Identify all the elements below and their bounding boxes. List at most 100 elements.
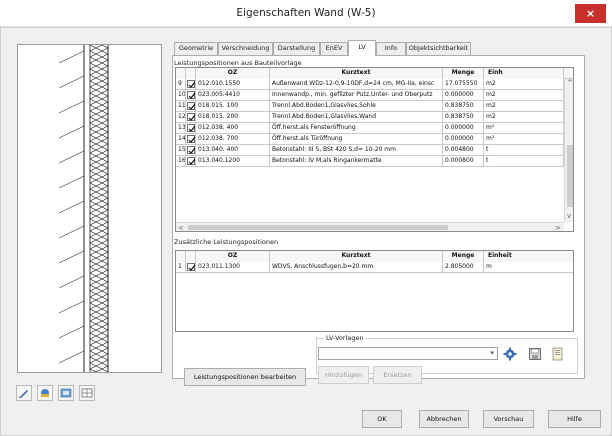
tab-objektsichtbarkeit[interactable]: Objektsichtbarkeit	[406, 42, 471, 55]
header-rownum	[176, 68, 186, 79]
scroll-left-icon[interactable]: <	[178, 224, 184, 231]
row-einheit: m	[484, 262, 573, 273]
row-oz: 013.040.1200	[196, 156, 270, 167]
tab-info[interactable]: Info	[376, 42, 406, 55]
grid-icon[interactable]	[79, 385, 95, 401]
row-kurztext: WDVS, Anschlussfugen,b=20 mm	[270, 262, 443, 273]
settings-gear-icon[interactable]	[503, 347, 517, 361]
row-einheit: m2	[484, 79, 564, 90]
title-bar: Eigenschaften Wand (W-5) ×	[0, 0, 612, 27]
row-checkbox[interactable]	[186, 123, 196, 134]
layers-icon[interactable]	[58, 385, 74, 401]
table-row[interactable]: 11 018.015. 100 Trennl.Abd.Boden1,Glasvl…	[176, 101, 564, 112]
row-kurztext: Trennl.Abd.Boden1,Glasvlies,Wand	[270, 112, 443, 123]
header-oz[interactable]: OZ	[196, 251, 270, 262]
table-row[interactable]: 10 023.005.4410 Innenwandp., min. gefilz…	[176, 90, 564, 101]
tab-enev[interactable]: EnEV	[320, 42, 348, 55]
scroll-right-icon[interactable]: >	[555, 224, 561, 231]
additional-section-label: Zusätzliche Leistungspositionen	[174, 238, 279, 246]
table-row[interactable]: 16 013.040.1200 Betonstahl: IV M,als Rin…	[176, 156, 564, 167]
row-checkbox[interactable]	[186, 145, 196, 156]
header-kurztext[interactable]: Kurztext	[270, 68, 443, 79]
row-checkbox[interactable]	[186, 156, 196, 167]
row-checkbox[interactable]	[186, 262, 196, 273]
hscroll-thumb[interactable]	[188, 225, 448, 230]
scroll-down-icon[interactable]: v	[567, 212, 571, 220]
tab-geometrie[interactable]: Geometrie	[174, 42, 218, 55]
row-kurztext: Öff.herst.als Fensteröffnung	[270, 123, 443, 134]
row-number: 12	[176, 112, 186, 123]
help-button[interactable]: Hilfe	[548, 410, 601, 428]
row-kurztext: Öff.herst.als Türöffnung	[270, 134, 443, 145]
cancel-button[interactable]: Abbrechen	[419, 410, 469, 428]
row-checkbox[interactable]	[186, 101, 196, 112]
material-icon[interactable]	[37, 385, 53, 401]
row-oz: 018.015. 200	[196, 112, 270, 123]
header-oz[interactable]: OZ	[196, 68, 270, 79]
row-oz: 023.011.1300	[196, 262, 270, 273]
additional-table: OZ Kurztext Menge Einheit 1 023.011.1300…	[175, 250, 574, 332]
row-checkbox[interactable]	[186, 90, 196, 101]
row-menge: 2.805000	[443, 262, 484, 273]
preview-button[interactable]: Vorschau	[483, 410, 534, 428]
row-einheit: m2	[484, 112, 564, 123]
wall-preview	[17, 44, 162, 373]
table-header: OZ Kurztext Menge Einheit	[176, 251, 573, 262]
wall-section-drawing	[58, 45, 109, 372]
row-oz: 013.040. 400	[196, 145, 270, 156]
row-number: 11	[176, 101, 186, 112]
table-row[interactable]: 14 012.038. 700 Öff.herst.als Türöffnung…	[176, 134, 564, 145]
ok-button[interactable]: OK	[362, 410, 402, 428]
header-check	[186, 251, 196, 262]
tab-darstellung[interactable]: Darstellung	[273, 42, 320, 55]
chevron-down-icon[interactable]: ▾	[490, 349, 494, 357]
row-number: 16	[176, 156, 186, 167]
table-row[interactable]: 1 023.011.1300 WDVS, Anschlussfugen,b=20…	[176, 262, 573, 273]
row-menge: 0.838750	[443, 112, 484, 123]
row-menge: 0.000800	[443, 156, 484, 167]
tab-verschneidung[interactable]: Verschneidung	[218, 42, 273, 55]
row-checkbox[interactable]	[186, 79, 196, 90]
table-row[interactable]: 15 013.040. 400 Betonstahl: III S, BSt 4…	[176, 145, 564, 156]
save-icon[interactable]	[528, 347, 542, 361]
positions-table: OZ Kurztext Menge Einh 9 012.010.1550 Au…	[175, 67, 574, 232]
header-menge[interactable]: Menge	[443, 68, 484, 79]
row-oz: 012.038. 400	[196, 123, 270, 134]
row-einheit: m²	[484, 123, 564, 134]
row-number: 1	[176, 262, 186, 273]
row-einheit: m2	[484, 101, 564, 112]
row-checkbox[interactable]	[186, 112, 196, 123]
table-row[interactable]: 12 018.015. 200 Trennl.Abd.Boden1,Glasvl…	[176, 112, 564, 123]
header-einheit[interactable]: Einheit	[484, 251, 573, 262]
table-row[interactable]: 13 012.038. 400 Öff.herst.als Fensteröff…	[176, 123, 564, 134]
row-number: 10	[176, 90, 186, 101]
row-menge: 0.000000	[443, 123, 484, 134]
row-oz: 012.010.1550	[196, 79, 270, 90]
edit-pen-icon[interactable]	[16, 385, 32, 401]
close-button[interactable]: ×	[575, 4, 606, 23]
open-icon[interactable]	[551, 347, 565, 361]
header-einheit[interactable]: Einh	[484, 68, 564, 79]
header-kurztext[interactable]: Kurztext	[270, 251, 443, 262]
row-oz: 018.015. 100	[196, 101, 270, 112]
row-kurztext: Betonstahl: IV M,als Ringankermatte	[270, 156, 443, 167]
scroll-thumb[interactable]	[567, 145, 573, 207]
row-checkbox[interactable]	[186, 134, 196, 145]
row-menge: 17.075550	[443, 79, 484, 90]
row-number: 9	[176, 79, 186, 90]
row-menge: 0.004800	[443, 145, 484, 156]
edit-positions-button[interactable]: Leistungspositionen bearbeiten	[184, 368, 306, 386]
row-menge: 0.000000	[443, 134, 484, 145]
header-menge[interactable]: Menge	[443, 251, 484, 262]
row-oz: 023.005.4410	[196, 90, 270, 101]
positions-hscrollbar[interactable]: < >	[176, 222, 564, 231]
positions-section-label: Leistungspositionen aus Bauteilvorlage	[174, 59, 302, 67]
table-row[interactable]: 9 012.010.1550 Außenwand WDz-12-0,9-10DF…	[176, 79, 564, 90]
tab-lv[interactable]: LV	[348, 40, 376, 56]
add-button[interactable]: Hinzufügen	[318, 366, 369, 384]
scroll-up-icon[interactable]: ^	[567, 79, 573, 87]
lv-vorlagen-select[interactable]: ▾	[318, 347, 498, 360]
lv-vorlagen-label: LV-Vorlagen	[324, 334, 366, 342]
replace-button[interactable]: Ersetzen	[373, 366, 422, 384]
positions-vscrollbar[interactable]: ^ v	[564, 79, 573, 222]
